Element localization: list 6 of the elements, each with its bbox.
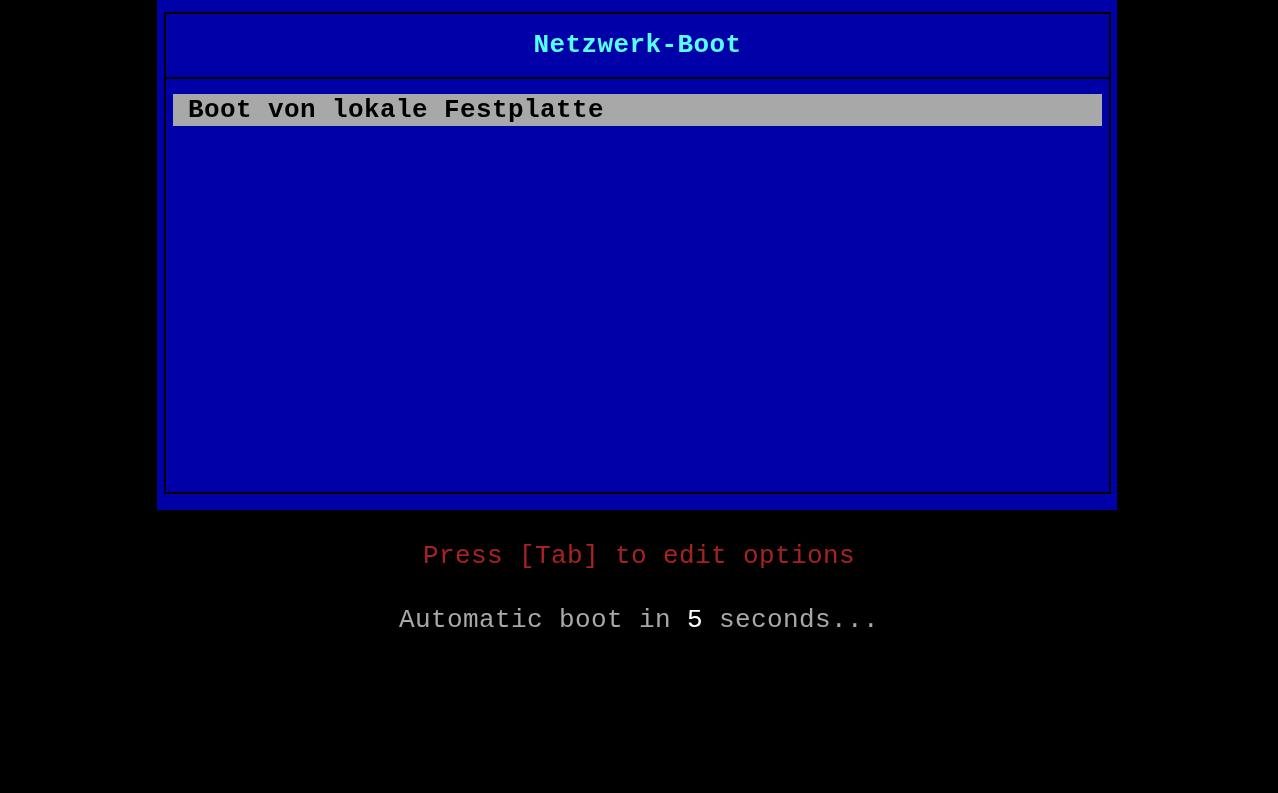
menu-title: Netzwerk-Boot (166, 14, 1109, 79)
menu-item[interactable]: Boot von lokale Festplatte (173, 94, 1102, 126)
edit-options-hint: Press [Tab] to edit options (421, 540, 857, 572)
countdown-text: Automatic boot in (398, 604, 671, 636)
countdown-seconds: 5 (687, 604, 703, 636)
countdown-text: seconds... (719, 604, 880, 636)
